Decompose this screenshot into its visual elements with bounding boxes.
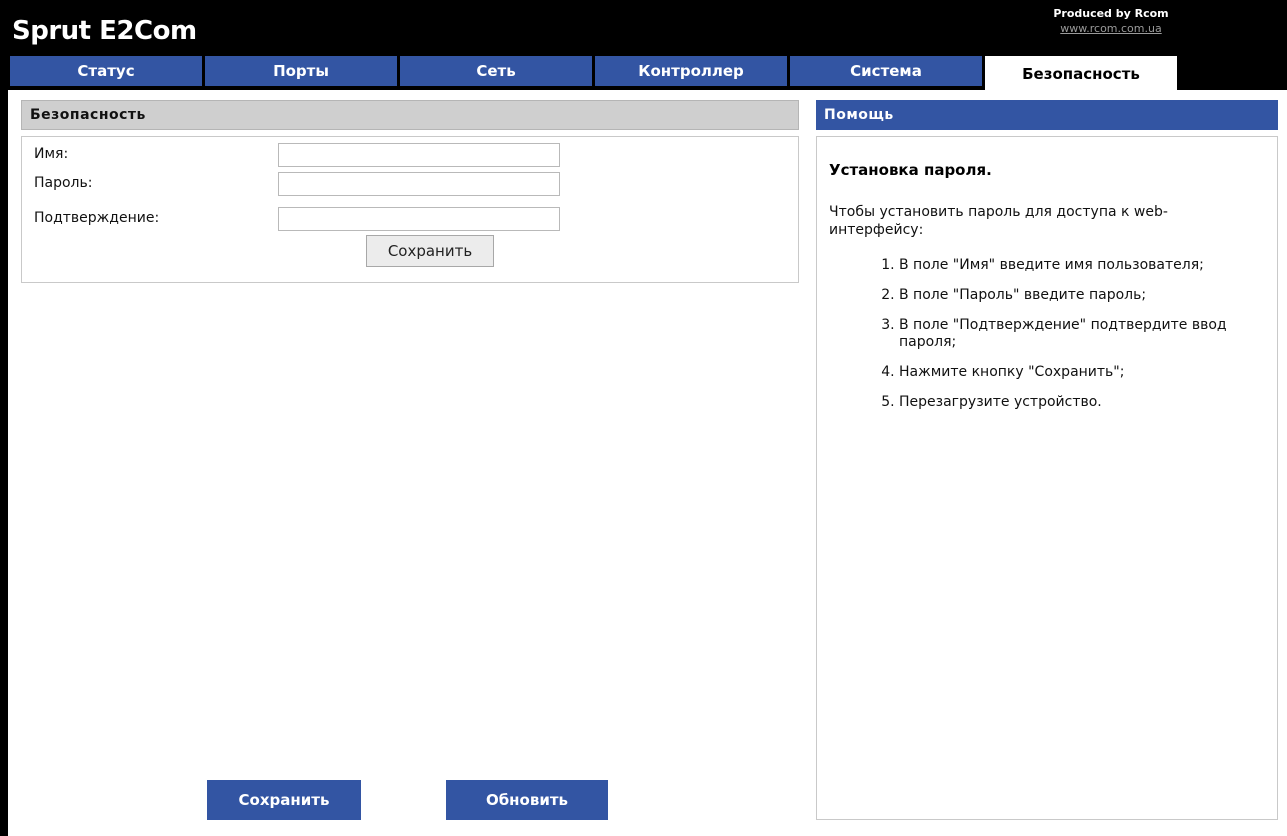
tab-status[interactable]: Статус — [10, 56, 202, 86]
main-content: Безопасность Имя: Пароль: Подтверждение:… — [8, 90, 1287, 836]
tab-network[interactable]: Сеть — [400, 56, 592, 86]
name-label: Имя: — [34, 146, 69, 162]
producer-link[interactable]: www.rcom.com.ua — [1041, 21, 1181, 36]
help-step: Нажмите кнопку "Сохранить"; — [899, 364, 1279, 381]
produced-by-text: Produced by Rcom — [1053, 7, 1169, 20]
help-section-header: Помощь — [816, 100, 1278, 130]
brand-title: Sprut E2Com — [12, 16, 197, 46]
confirm-label: Подтверждение: — [34, 210, 160, 226]
tab-system[interactable]: Система — [790, 56, 982, 86]
password-field[interactable] — [278, 172, 560, 196]
tab-security[interactable]: Безопасность — [985, 56, 1177, 90]
help-heading: Установка пароля. — [829, 161, 992, 179]
help-intro: Чтобы установить пароль для доступа к we… — [829, 204, 1168, 238]
help-step: В поле "Подтверждение" подтвердите ввод … — [899, 317, 1279, 351]
footer-refresh-button[interactable]: Обновить — [446, 780, 608, 820]
app-frame: Sprut E2Com Produced by Rcom www.rcom.co… — [0, 0, 1287, 836]
confirm-password-field[interactable] — [278, 207, 560, 231]
producer-block: Produced by Rcom www.rcom.com.ua — [1041, 6, 1181, 36]
tab-bar: Статус Порты Сеть Контроллер Система Без… — [8, 56, 1287, 90]
password-label: Пароль: — [34, 175, 93, 191]
header: Sprut E2Com Produced by Rcom www.rcom.co… — [8, 6, 1287, 56]
help-steps-list: В поле "Имя" введите имя пользователя; В… — [875, 257, 1279, 424]
tab-ports[interactable]: Порты — [205, 56, 397, 86]
security-form: Имя: Пароль: Подтверждение: Сохранить — [21, 136, 799, 283]
help-section-title: Помощь — [824, 107, 894, 123]
security-section-header: Безопасность — [21, 100, 799, 130]
help-step: В поле "Пароль" введите пароль; — [899, 287, 1279, 304]
help-panel: Установка пароля. Чтобы установить парол… — [816, 136, 1278, 820]
security-section-title: Безопасность — [30, 107, 146, 123]
help-step: Перезагрузите устройство. — [899, 394, 1279, 411]
form-save-button[interactable]: Сохранить — [366, 235, 494, 267]
help-step: В поле "Имя" введите имя пользователя; — [899, 257, 1279, 274]
footer-save-button[interactable]: Сохранить — [207, 780, 361, 820]
name-field[interactable] — [278, 143, 560, 167]
tab-controller[interactable]: Контроллер — [595, 56, 787, 86]
